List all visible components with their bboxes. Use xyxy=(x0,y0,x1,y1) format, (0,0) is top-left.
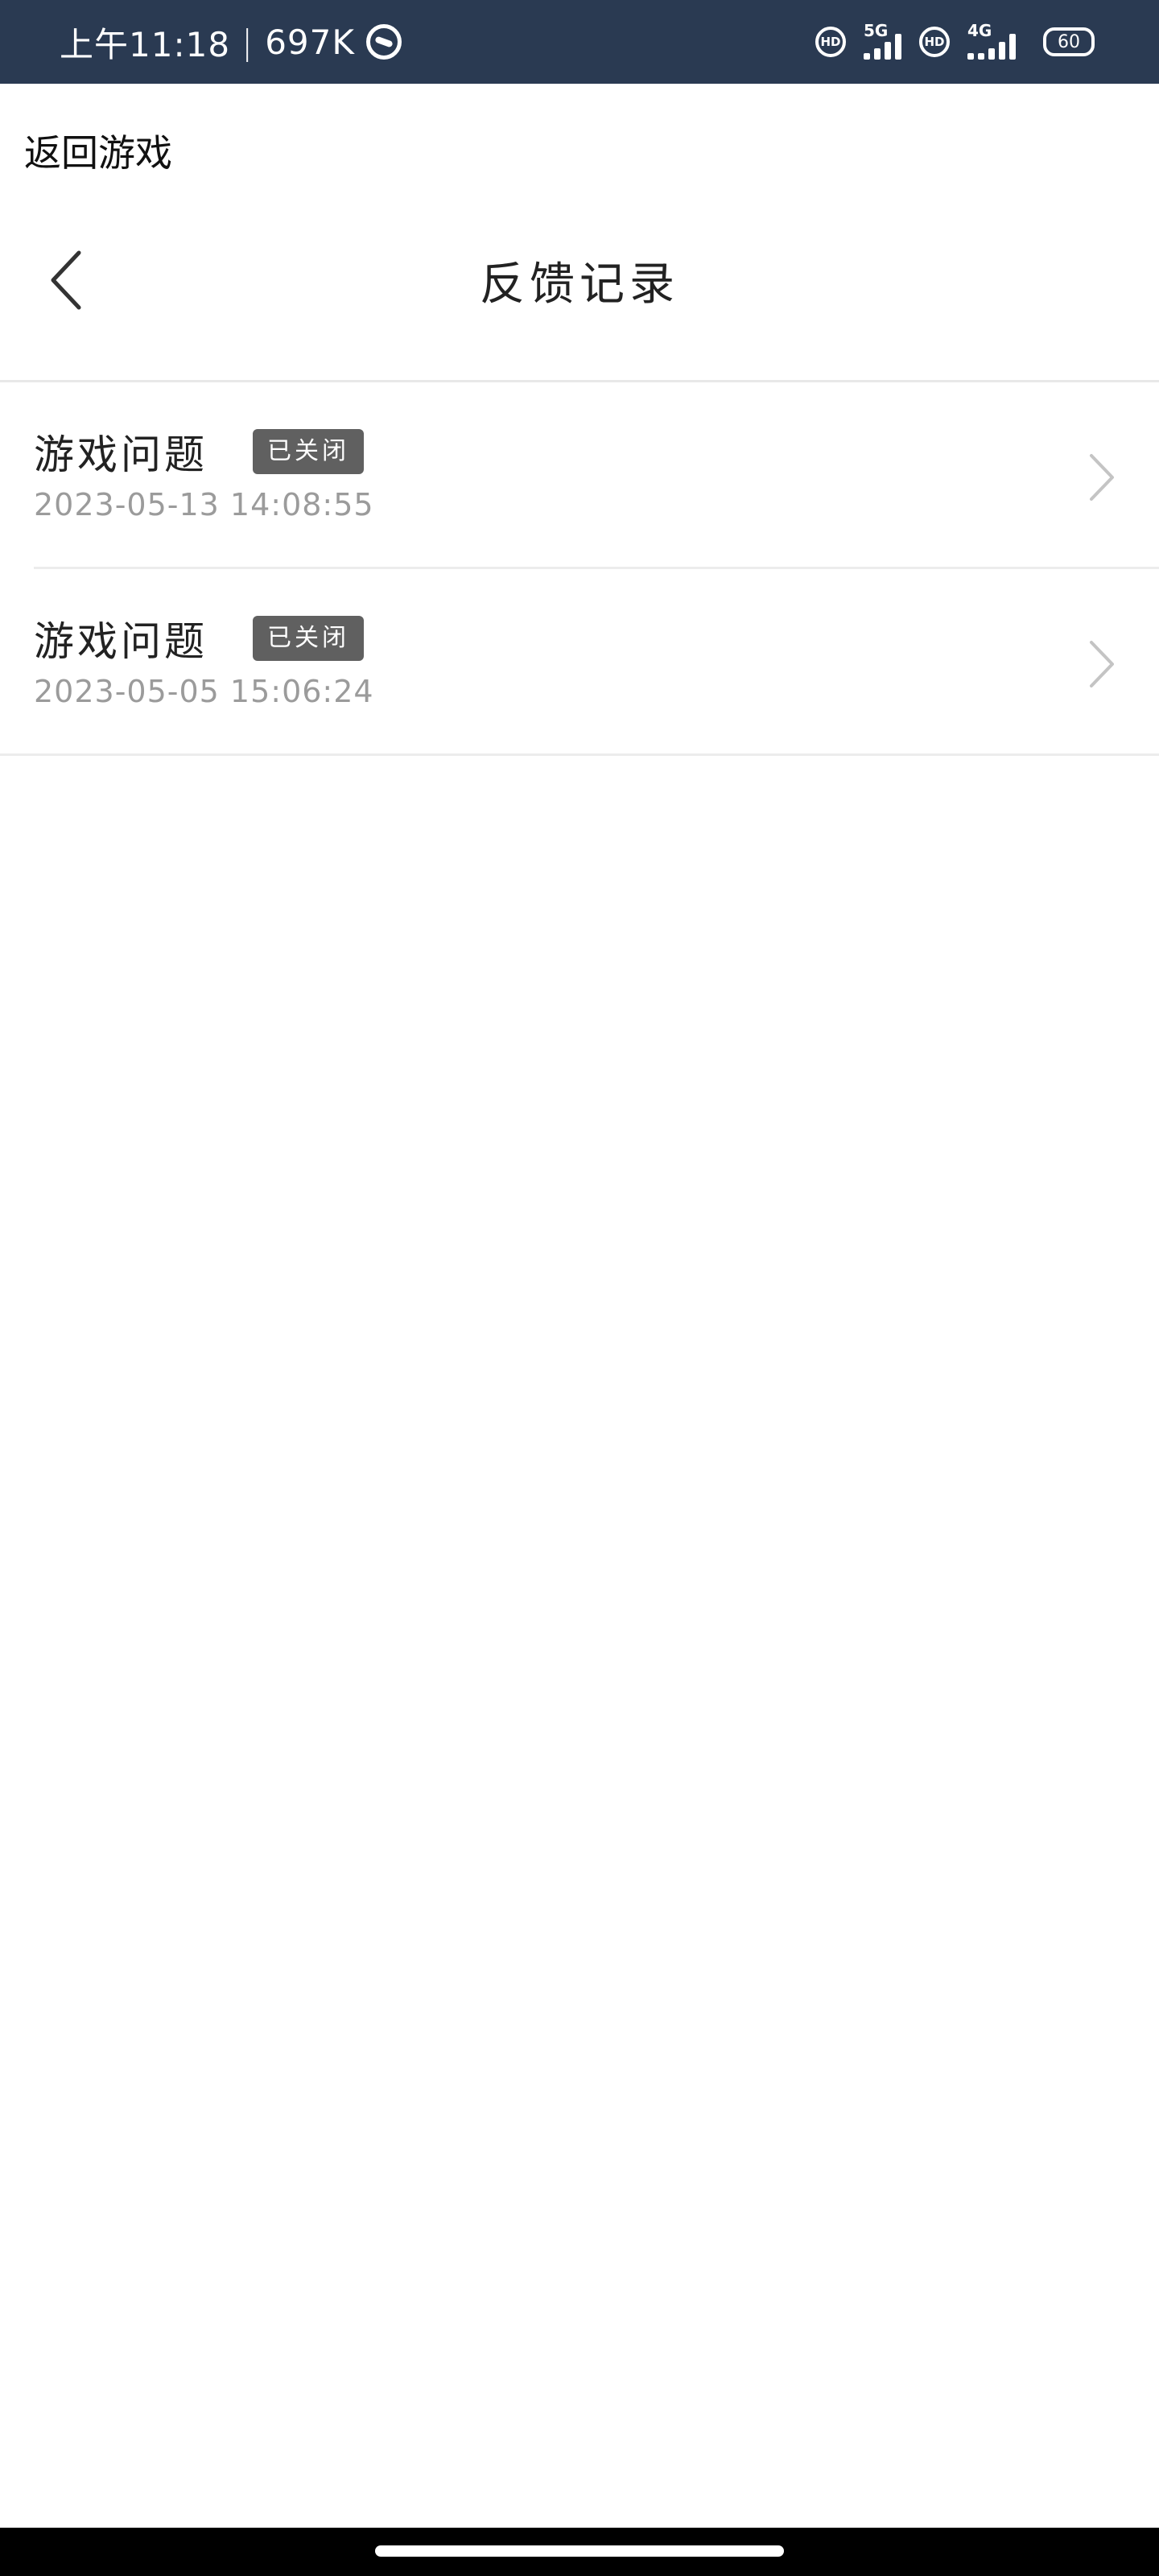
network-type-label: 4G xyxy=(967,21,992,40)
page-title: 反馈记录 xyxy=(480,258,679,311)
list-item[interactable]: 游戏问题 已关闭 2023-05-05 15:06:24 xyxy=(0,569,1159,756)
status-left: 上午11:18 | 697K xyxy=(60,18,402,67)
hd-icon: HD xyxy=(815,27,846,57)
record-time: 2023-05-05 15:06:24 xyxy=(34,674,374,709)
back-to-game-link[interactable]: 返回游戏 xyxy=(24,124,172,177)
record-time: 2023-05-13 14:08:55 xyxy=(34,487,374,522)
record-title-row: 游戏问题 已关闭 xyxy=(34,423,364,481)
record-category: 游戏问题 xyxy=(34,618,208,665)
hd-icon: HD xyxy=(919,27,950,57)
record-title-row: 游戏问题 已关闭 xyxy=(34,609,364,667)
chevron-right-icon xyxy=(1090,641,1114,687)
chevron-right-icon xyxy=(1090,454,1114,501)
list-item[interactable]: 游戏问题 已关闭 2023-05-13 14:08:55 xyxy=(0,382,1159,569)
signal-4g-icon: 4G xyxy=(967,21,1016,60)
network-type-label: 5G xyxy=(864,21,889,40)
status-time: 上午11:18 xyxy=(60,24,231,64)
status-right: HD 5G HD 4G 60 xyxy=(815,21,1095,60)
status-separator: | xyxy=(241,22,254,62)
signal-5g-icon: 5G xyxy=(864,21,901,60)
row-divider xyxy=(0,753,1159,756)
feedback-record-list: 游戏问题 已关闭 2023-05-13 14:08:55 游戏问题 已关闭 20… xyxy=(0,382,1159,756)
status-badge: 已关闭 xyxy=(253,429,364,474)
page-header: 反馈记录 xyxy=(0,216,1159,345)
status-bar: 上午11:18 | 697K HD 5G HD 4G 60 xyxy=(0,0,1159,84)
home-indicator[interactable] xyxy=(375,2545,784,2557)
battery-icon: 60 xyxy=(1043,27,1095,56)
record-category: 游戏问题 xyxy=(34,431,208,478)
network-speed: 697K xyxy=(265,22,355,62)
system-navigation-bar xyxy=(0,2528,1159,2576)
do-not-disturb-icon xyxy=(365,24,402,60)
status-badge: 已关闭 xyxy=(253,616,364,661)
